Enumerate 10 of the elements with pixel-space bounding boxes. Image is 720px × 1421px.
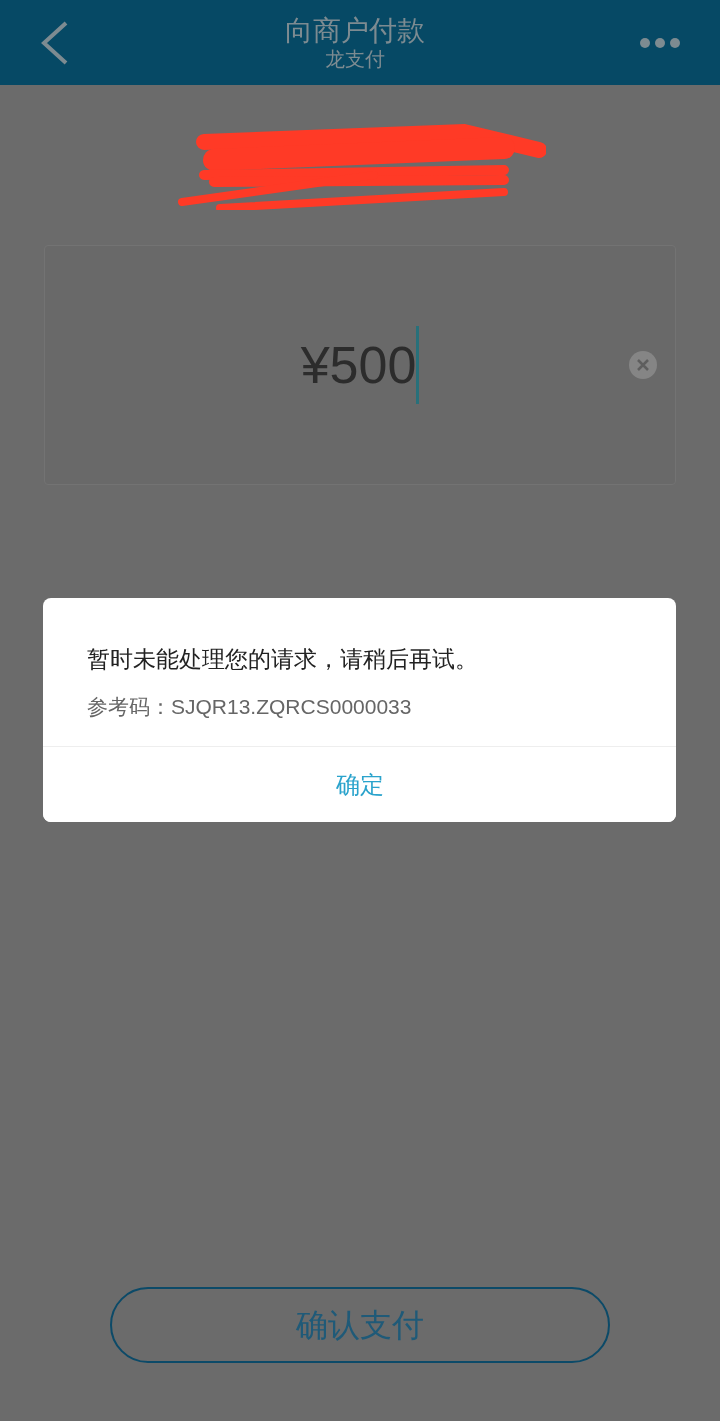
reference-code: 参考码：SJQR13.ZQRCS0000033	[86, 693, 413, 720]
back-icon[interactable]	[40, 20, 70, 65]
confirm-payment-button[interactable]: 确认支付	[110, 1287, 610, 1363]
page-subtitle: 龙支付	[324, 47, 386, 72]
amount-field[interactable]: ¥500	[44, 245, 676, 485]
ok-button[interactable]: 确定	[43, 746, 676, 822]
clear-icon[interactable]	[629, 351, 657, 379]
error-message: 暂时未能处理您的请求，请稍后再试。	[86, 645, 479, 674]
more-icon[interactable]	[640, 36, 680, 49]
page-title: 向商户付款	[285, 13, 425, 48]
